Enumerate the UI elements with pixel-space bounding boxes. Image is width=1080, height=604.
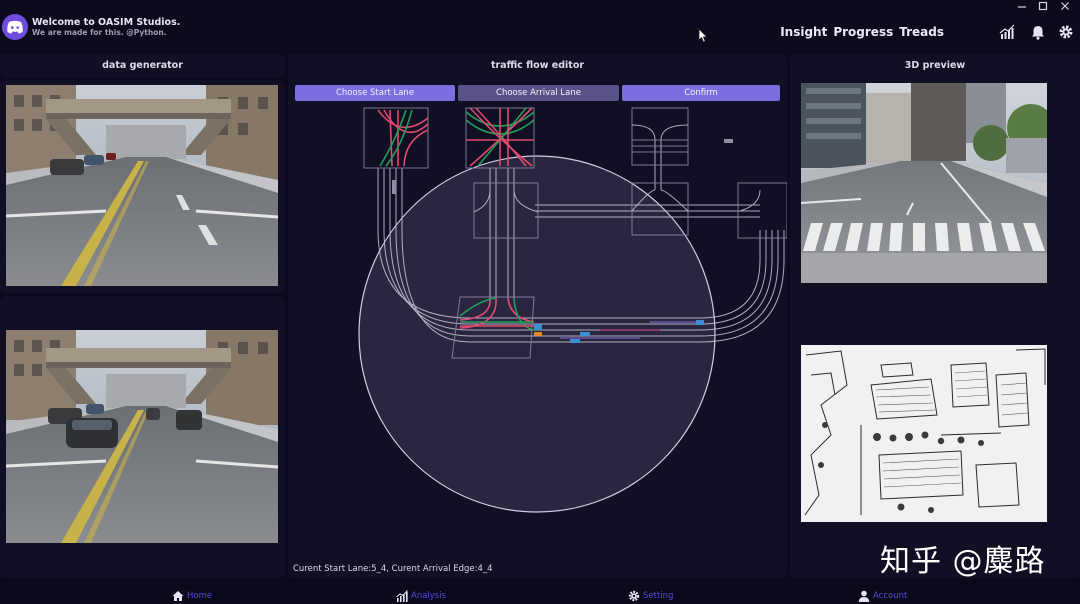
nav-account-label: Account <box>873 591 908 601</box>
3d-point-cloud-map <box>801 345 1047 522</box>
nav-setting-label: Setting <box>643 591 674 601</box>
maximize-icon[interactable] <box>1038 1 1048 11</box>
nav-insight[interactable]: Insight <box>780 25 827 39</box>
minimize-icon[interactable] <box>1017 1 1027 11</box>
data-generator-title: data generator <box>102 60 183 71</box>
mouse-cursor-icon <box>698 28 708 43</box>
nav-home-label: Home <box>187 591 213 601</box>
nav-setting[interactable]: Setting <box>628 590 673 602</box>
confirm-button[interactable]: Confirm <box>622 85 780 101</box>
analysis-icon <box>396 590 408 602</box>
choose-start-lane-button[interactable]: Choose Start Lane <box>295 85 455 101</box>
gear-icon[interactable] <box>1058 24 1074 40</box>
data-generator-panel: data generator <box>0 54 285 78</box>
close-icon[interactable] <box>1060 1 1070 11</box>
bottom-nav: Home Analysis Setting Account <box>0 588 1080 604</box>
nav-progress[interactable]: Progress <box>833 25 893 39</box>
chart-icon[interactable] <box>999 24 1015 40</box>
home-icon <box>172 591 184 601</box>
gear-icon <box>628 590 640 602</box>
camera-view-bottom <box>6 330 278 543</box>
app-subtitle: We are made for this. @Python. <box>32 28 167 37</box>
3d-street-view <box>801 83 1047 283</box>
lane-status-text: Curent Start Lane:5_4, Curent Arrival Ed… <box>293 564 493 574</box>
nav-account[interactable]: Account <box>858 590 907 602</box>
nav-treads[interactable]: Treads <box>899 25 944 39</box>
camera-view-top <box>6 85 278 286</box>
discord-logo-icon <box>2 14 28 40</box>
app-window: Welcome to OASIM Studios. We are made fo… <box>0 0 1080 604</box>
traffic-flow-editor-title: traffic flow editor <box>490 60 585 71</box>
header: Welcome to OASIM Studios. We are made fo… <box>0 0 1080 50</box>
choose-arrival-lane-button[interactable]: Choose Arrival Lane <box>458 85 619 101</box>
app-title: Welcome to OASIM Studios. <box>32 17 181 28</box>
watermark-text: 知乎 @麋路 <box>880 544 1046 579</box>
nav-home[interactable]: Home <box>172 590 212 602</box>
top-nav: Insight Progress Treads <box>780 25 944 39</box>
3d-preview-title: 3D preview <box>904 60 966 71</box>
bell-icon[interactable] <box>1030 24 1046 40</box>
nav-analysis[interactable]: Analysis <box>396 590 446 602</box>
road-network-map[interactable] <box>288 104 787 560</box>
user-icon <box>858 590 870 602</box>
nav-analysis-label: Analysis <box>411 591 447 601</box>
